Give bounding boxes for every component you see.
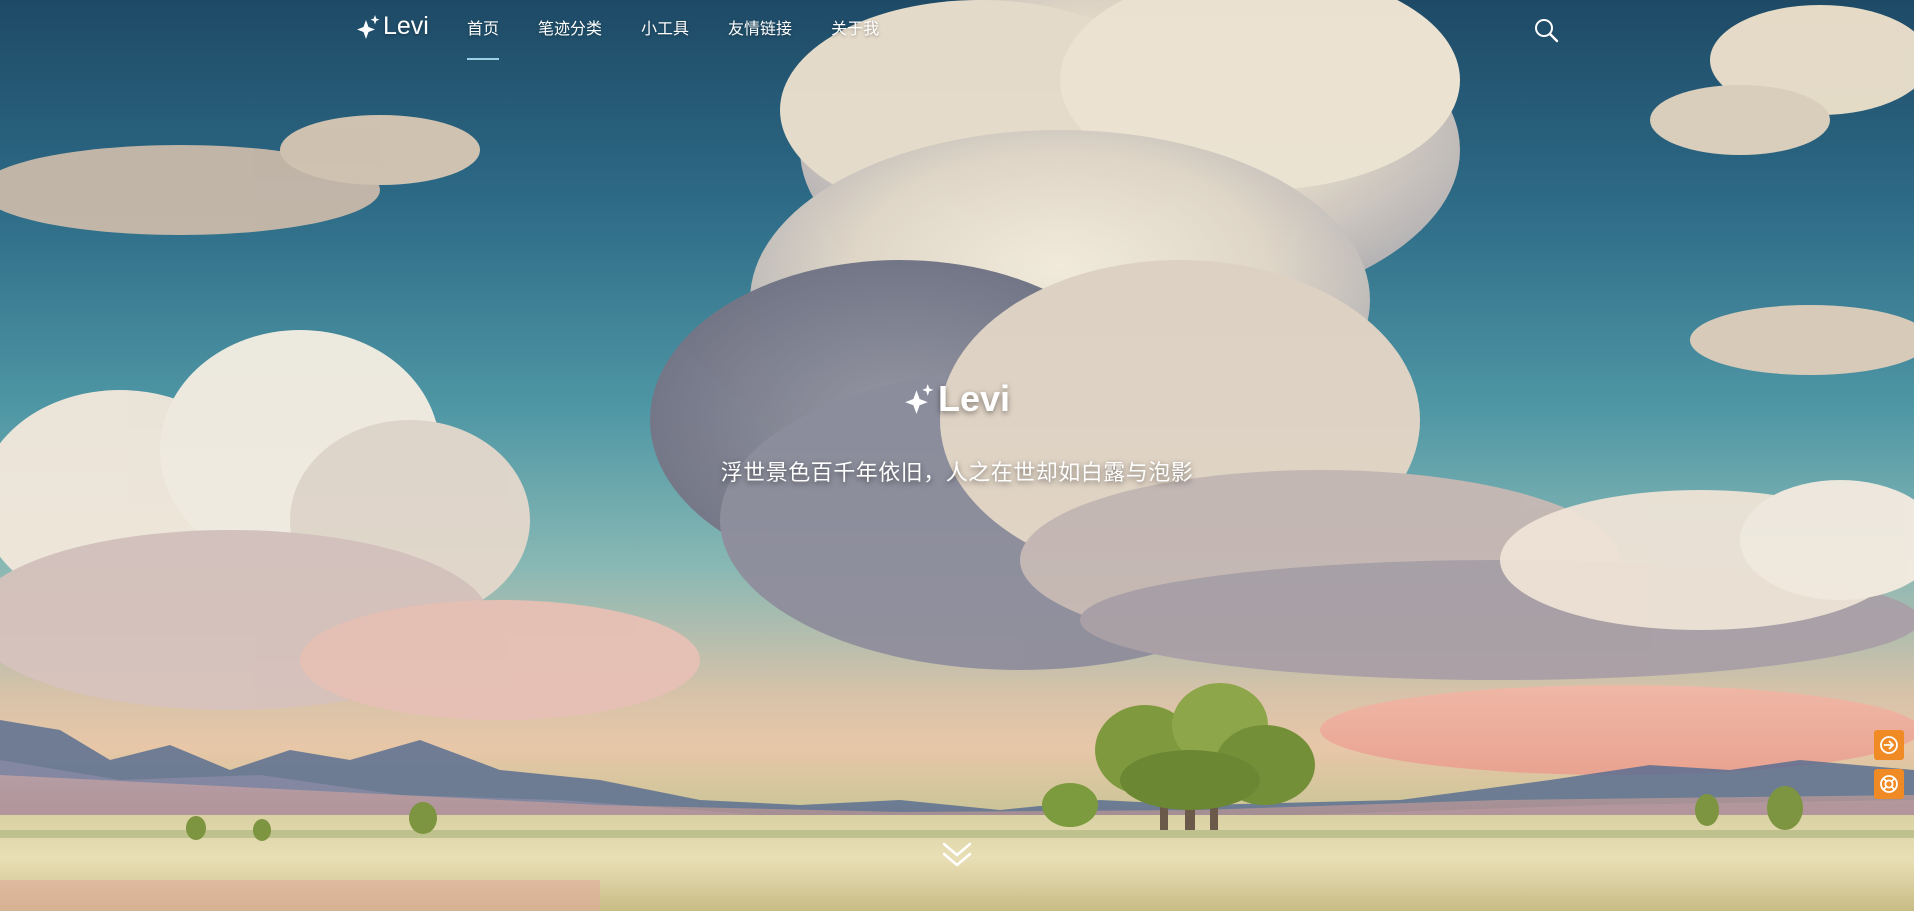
brand-logo[interactable]: Levi <box>356 12 429 41</box>
sparkles-icon <box>357 14 380 39</box>
side-action-button-help[interactable] <box>1874 769 1904 799</box>
hero-subtitle: 浮世景色百千年依旧，人之在世却如白露与泡影 <box>720 461 1194 486</box>
main-menu: 首页 笔迹分类 小工具 友情链接 关于我 <box>467 0 918 60</box>
hero-title-text: Levi <box>937 378 1011 419</box>
nav-item-home[interactable]: 首页 <box>467 0 500 60</box>
hero-title: Levi <box>0 378 1914 420</box>
search-icon[interactable] <box>1533 17 1559 43</box>
nav-item-about-me[interactable]: 关于我 <box>831 0 879 60</box>
top-navigation-bar: Levi 首页 笔迹分类 小工具 友情链接 关于我 <box>0 0 1914 60</box>
lifebuoy-icon <box>1880 775 1898 793</box>
nav-item-notes-categories[interactable]: 笔迹分类 <box>538 0 602 60</box>
nav-item-friend-links[interactable]: 友情链接 <box>728 0 792 60</box>
nav-item-tools[interactable]: 小工具 <box>641 0 689 60</box>
brand-name: Levi <box>383 12 429 40</box>
arrow-right-circle-icon <box>1880 736 1898 754</box>
double-chevron-down-icon[interactable] <box>941 840 973 870</box>
side-action-button-forward[interactable] <box>1874 730 1904 760</box>
sparkles-icon <box>905 384 934 414</box>
hero-banner: Levi 首页 笔迹分类 小工具 友情链接 关于我 Levi 浮世景色百千年依旧… <box>0 0 1914 911</box>
